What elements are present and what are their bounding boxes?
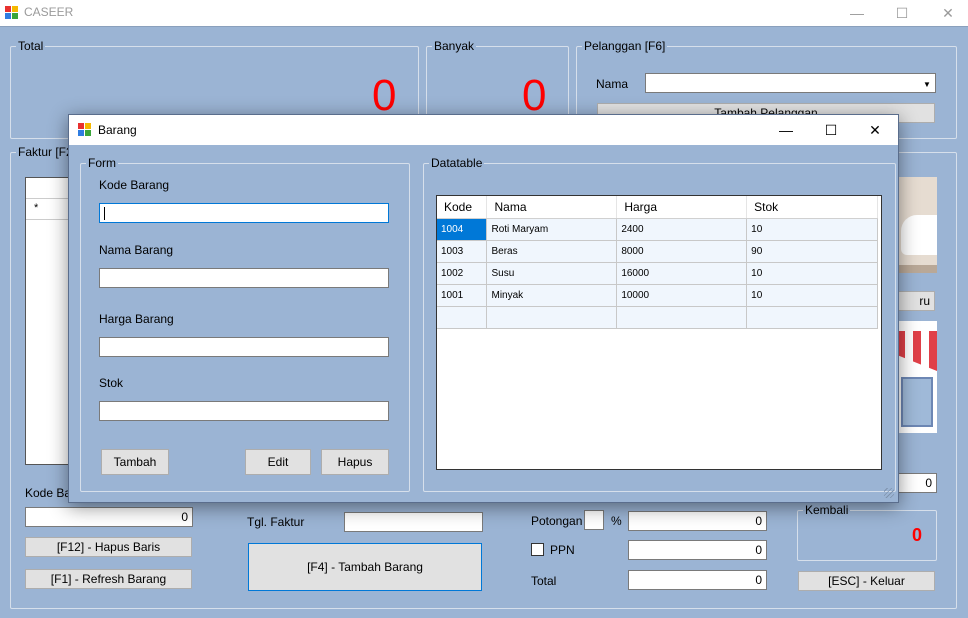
- table-cell[interactable]: 10: [746, 284, 878, 307]
- table-cell[interactable]: 1003: [437, 240, 488, 263]
- datatable-header-row: Kode Nama Harga Stok: [437, 196, 878, 219]
- tambah-barang-button[interactable]: [F4] - Tambah Barang: [248, 543, 482, 591]
- table-cell[interactable]: 8000: [616, 240, 748, 263]
- column-header-kode[interactable]: Kode: [437, 196, 488, 219]
- product-image: [897, 177, 937, 273]
- maximize-button[interactable]: ☐: [879, 0, 925, 26]
- table-cell[interactable]: Beras: [486, 240, 618, 263]
- column-header-stok[interactable]: Stok: [746, 196, 878, 219]
- edit-button[interactable]: Edit: [245, 449, 311, 475]
- total-field[interactable]: 0: [628, 570, 767, 590]
- kode-barang-label: Kode Barang: [99, 178, 170, 192]
- ppn-value-field[interactable]: 0: [628, 540, 767, 560]
- table-cell[interactable]: Roti Maryam: [486, 218, 618, 241]
- table-new-row[interactable]: [437, 306, 878, 329]
- column-header-harga[interactable]: Harga: [616, 196, 748, 219]
- faktur-grid-header: [26, 178, 74, 199]
- tgl-faktur-label: Tgl. Faktur: [247, 515, 305, 529]
- minimize-button[interactable]: —: [834, 0, 880, 26]
- keluar-button[interactable]: [ESC] - Keluar: [798, 571, 935, 591]
- form-legend: Form: [88, 156, 116, 170]
- table-row[interactable]: 1004 Roti Maryam 2400 10: [437, 218, 878, 241]
- datatable-legend: Datatable: [431, 156, 483, 170]
- pelanggan-legend: Pelanggan [F6]: [584, 39, 666, 53]
- kembali-value: 0: [912, 525, 923, 545]
- table-row[interactable]: 1001 Minyak 10000 10: [437, 284, 878, 307]
- close-button[interactable]: ✕: [925, 0, 968, 26]
- barang-dialog: Barang — ☐ ✕ Form Kode Barang Nama Baran…: [68, 114, 899, 503]
- table-cell[interactable]: 1001: [437, 284, 488, 307]
- dialog-body: Form Kode Barang Nama Barang Harga Baran…: [69, 145, 898, 502]
- stok-input[interactable]: [99, 401, 389, 421]
- dialog-close-button[interactable]: ✕: [852, 117, 898, 143]
- stok-label: Stok: [99, 376, 124, 390]
- shop-image: [897, 321, 937, 433]
- potongan-value-field[interactable]: 0: [628, 511, 767, 531]
- column-header-nama[interactable]: Nama: [486, 196, 618, 219]
- refresh-barang-button[interactable]: [F1] - Refresh Barang: [25, 569, 192, 589]
- dialog-title: Barang: [98, 123, 137, 137]
- table-row[interactable]: 1003 Beras 8000 90: [437, 240, 878, 263]
- total-label: Total: [531, 574, 557, 588]
- chevron-down-icon[interactable]: ▼: [919, 74, 935, 94]
- dialog-app-icon: [78, 123, 92, 137]
- app-icon: [5, 6, 19, 20]
- table-cell[interactable]: 90: [746, 240, 878, 263]
- main-title-bar: CASEER — ☐ ✕: [0, 0, 968, 26]
- kode-barang-field[interactable]: 0: [25, 507, 193, 527]
- table-row[interactable]: 1002 Susu 16000 10: [437, 262, 878, 285]
- total-legend: Total: [18, 39, 44, 53]
- table-cell[interactable]: [746, 306, 878, 329]
- ppn-label: PPN: [550, 543, 575, 557]
- side-button[interactable]: ru: [897, 291, 935, 311]
- dialog-minimize-button[interactable]: —: [763, 117, 809, 143]
- table-cell[interactable]: 10: [746, 218, 878, 241]
- table-cell[interactable]: 1004: [437, 218, 488, 241]
- hapus-button[interactable]: Hapus: [321, 449, 389, 475]
- datatable-grid[interactable]: Kode Nama Harga Stok 1004 Roti Maryam 24…: [436, 195, 882, 470]
- text-caret: [104, 207, 105, 221]
- faktur-grid-new-row[interactable]: *: [26, 199, 74, 220]
- percent-sign: %: [611, 514, 622, 528]
- nama-combobox[interactable]: ▼: [645, 73, 936, 93]
- harga-barang-input[interactable]: [99, 337, 389, 357]
- kembali-legend: Kembali: [805, 503, 849, 517]
- dialog-maximize-button[interactable]: ☐: [808, 117, 854, 143]
- right-value-field[interactable]: 0: [897, 473, 937, 493]
- nama-barang-label: Nama Barang: [99, 243, 174, 257]
- table-cell[interactable]: Minyak: [486, 284, 618, 307]
- nama-label: Nama: [596, 77, 629, 91]
- window-title: CASEER: [24, 5, 74, 19]
- tgl-faktur-field[interactable]: [344, 512, 483, 532]
- resize-grip-icon[interactable]: [884, 488, 894, 498]
- potongan-percent-field[interactable]: [584, 510, 604, 530]
- table-cell[interactable]: [437, 306, 488, 329]
- dialog-title-bar: Barang — ☐ ✕: [69, 115, 898, 145]
- table-cell[interactable]: [616, 306, 748, 329]
- potongan-label: Potongan: [531, 514, 583, 528]
- harga-barang-label: Harga Barang: [99, 312, 174, 326]
- new-row-marker: *: [34, 202, 39, 214]
- tambah-button[interactable]: Tambah: [101, 449, 169, 475]
- hapus-baris-button[interactable]: [F12] - Hapus Baris: [25, 537, 192, 557]
- table-cell[interactable]: [486, 306, 618, 329]
- nama-barang-input[interactable]: [99, 268, 389, 288]
- table-cell[interactable]: 10000: [616, 284, 748, 307]
- table-cell[interactable]: Susu: [486, 262, 618, 285]
- table-cell[interactable]: 16000: [616, 262, 748, 285]
- table-cell[interactable]: 2400: [616, 218, 748, 241]
- table-cell[interactable]: 10: [746, 262, 878, 285]
- kode-barang-input[interactable]: [99, 203, 389, 223]
- table-cell[interactable]: 1002: [437, 262, 488, 285]
- ppn-checkbox[interactable]: [531, 543, 544, 556]
- banyak-legend: Banyak: [434, 39, 475, 53]
